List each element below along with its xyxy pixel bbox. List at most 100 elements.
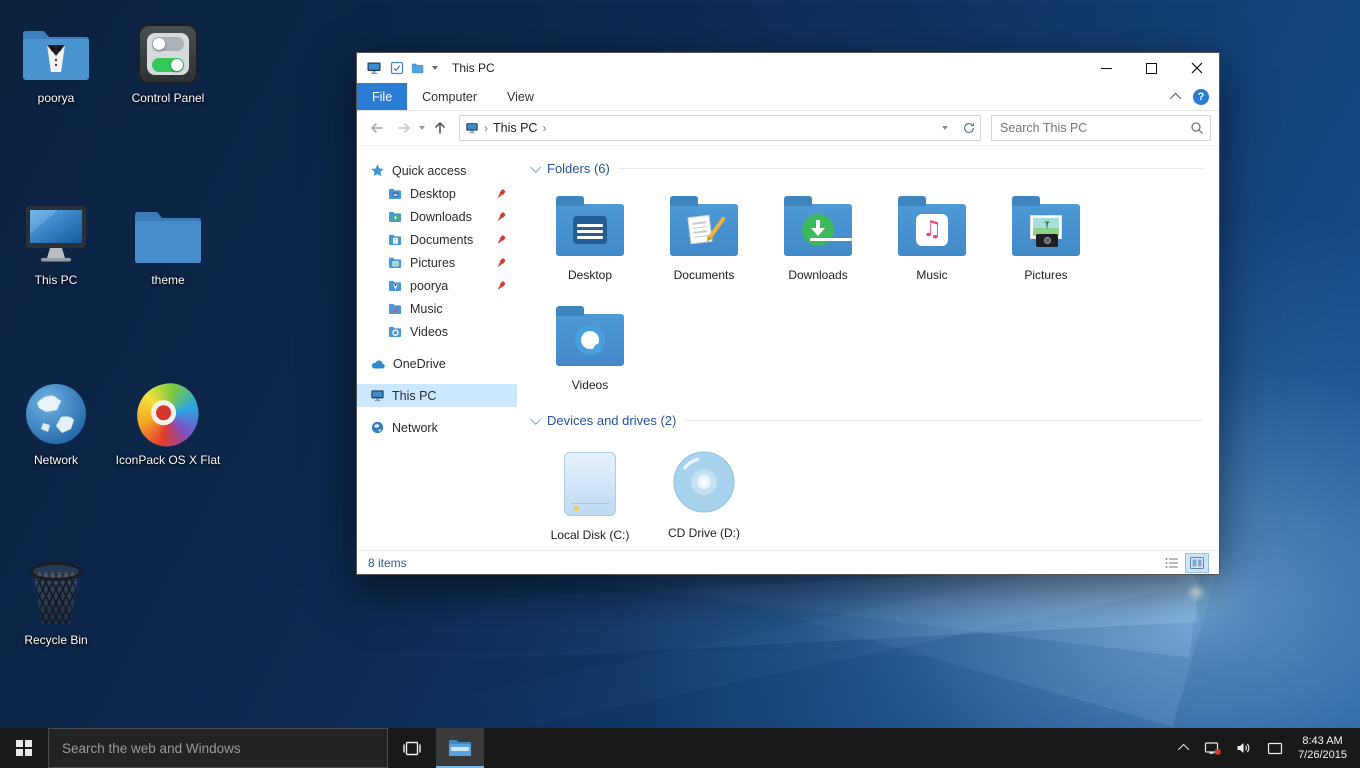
tile-label: Pictures bbox=[1024, 268, 1067, 282]
desktop-icon-network[interactable]: Network bbox=[8, 376, 104, 467]
folder-tile-pictures[interactable]: Pictures bbox=[989, 182, 1103, 292]
group-rule bbox=[684, 420, 1203, 421]
tab-view[interactable]: View bbox=[492, 83, 549, 110]
minimize-icon bbox=[1101, 68, 1112, 69]
taskbar-search-input[interactable] bbox=[60, 740, 376, 757]
volume-icon[interactable] bbox=[1236, 741, 1252, 755]
desktop-icon-label: Network bbox=[34, 453, 78, 467]
group-header-devices[interactable]: Devices and drives (2) bbox=[531, 408, 1203, 432]
star-icon bbox=[370, 163, 385, 178]
sidebar-item-desktop[interactable]: Desktop bbox=[357, 182, 517, 205]
explorer-search-input[interactable] bbox=[998, 120, 1190, 136]
sidebar-item-network[interactable]: Network bbox=[357, 416, 517, 439]
action-center-icon[interactable] bbox=[1267, 742, 1283, 755]
breadcrumb-this-pc[interactable]: This PC bbox=[493, 121, 537, 135]
window-controls bbox=[1084, 53, 1219, 83]
drive-tile-local-disk[interactable]: Local Disk (C:) bbox=[533, 434, 647, 550]
desktop-icon-iconpack[interactable]: IconPack OS X Flat bbox=[120, 376, 216, 467]
help-icon[interactable]: ? bbox=[1193, 89, 1209, 105]
taskbar-explorer-button[interactable] bbox=[436, 728, 484, 768]
start-button[interactable] bbox=[0, 728, 48, 768]
sidebar-item-documents[interactable]: Documents bbox=[357, 228, 517, 251]
sidebar-item-quick-access[interactable]: Quick access bbox=[357, 159, 517, 182]
sidebar-item-downloads[interactable]: Downloads bbox=[357, 205, 517, 228]
sidebar-item-label: Music bbox=[410, 302, 443, 316]
folder-tile-downloads[interactable]: Downloads bbox=[761, 182, 875, 292]
new-folder-icon[interactable] bbox=[411, 61, 425, 75]
desktop-icon-theme[interactable]: theme bbox=[120, 196, 216, 287]
pin-icon bbox=[495, 188, 507, 200]
tab-computer[interactable]: Computer bbox=[407, 83, 492, 110]
maximize-button[interactable] bbox=[1129, 53, 1174, 83]
sidebar-item-label: Desktop bbox=[410, 187, 456, 201]
sidebar-item-this-pc[interactable]: This PC bbox=[357, 384, 517, 407]
sidebar-item-label: Videos bbox=[410, 325, 448, 339]
explorer-window: This PC File Computer View ? bbox=[356, 52, 1220, 575]
group-title[interactable]: Folders (6) bbox=[547, 161, 610, 176]
tile-label: Desktop bbox=[568, 268, 612, 282]
minimize-button[interactable] bbox=[1084, 53, 1129, 83]
camera-icon bbox=[1036, 234, 1058, 247]
collapse-group-icon[interactable] bbox=[530, 414, 541, 425]
task-view-button[interactable] bbox=[388, 728, 436, 768]
breadcrumb-chevron-icon[interactable]: › bbox=[542, 121, 546, 135]
qat-customize-icon[interactable] bbox=[432, 66, 438, 70]
address-bar[interactable]: › This PC › bbox=[459, 115, 981, 141]
desktop-icon-poorya[interactable]: poorya bbox=[8, 14, 104, 105]
forward-button[interactable] bbox=[392, 116, 416, 140]
up-button[interactable] bbox=[428, 116, 452, 140]
explorer-search-box[interactable] bbox=[991, 115, 1211, 141]
recycle-bin-icon bbox=[27, 556, 85, 626]
folder-tile-videos[interactable]: Videos bbox=[533, 292, 647, 402]
drives-grid: Local Disk (C:) CD Drive (D:) bbox=[533, 434, 1203, 550]
group-header-folders[interactable]: Folders (6) bbox=[531, 156, 1203, 180]
desktop-icon-label: Recycle Bin bbox=[24, 633, 87, 647]
back-arrow-icon bbox=[369, 120, 385, 136]
documents-folder-icon bbox=[388, 232, 403, 247]
forward-arrow-icon bbox=[396, 120, 412, 136]
up-arrow-icon bbox=[432, 120, 448, 136]
navigation-bar: › This PC › bbox=[357, 111, 1219, 146]
desktop-icon-recycle-bin[interactable]: Recycle Bin bbox=[8, 556, 104, 647]
paint-swirl-icon bbox=[137, 376, 199, 446]
sidebar-item-videos[interactable]: Videos bbox=[357, 320, 517, 343]
folder-tile-music[interactable]: ♫ Music bbox=[875, 182, 989, 292]
tab-file[interactable]: File bbox=[357, 83, 407, 110]
this-pc-icon bbox=[370, 388, 385, 403]
quick-access-toolbar bbox=[390, 61, 438, 75]
large-icons-view-button[interactable] bbox=[1186, 554, 1208, 572]
sidebar-item-poorya[interactable]: poorya bbox=[357, 274, 517, 297]
desktop-icon-this-pc[interactable]: This PC bbox=[8, 196, 104, 287]
collapse-group-icon[interactable] bbox=[530, 162, 541, 173]
taskbar-search-box[interactable] bbox=[48, 728, 388, 768]
collapse-ribbon-icon[interactable] bbox=[1170, 92, 1181, 103]
desktop-icon-label: Control Panel bbox=[132, 91, 205, 105]
desktop-folder-icon bbox=[388, 186, 403, 201]
monitor-icon bbox=[22, 196, 90, 266]
control-panel-icon bbox=[138, 14, 198, 84]
tray-status-icon[interactable] bbox=[1204, 741, 1221, 756]
folder-tile-desktop[interactable]: Desktop bbox=[533, 182, 647, 292]
address-dropdown-button[interactable] bbox=[934, 117, 956, 139]
details-view-button[interactable] bbox=[1161, 554, 1183, 572]
desktop: poorya Control Panel This PC bbox=[0, 0, 1360, 768]
taskbar-clock[interactable]: 8:43 AM 7/26/2015 bbox=[1298, 734, 1347, 762]
folders-grid: Desktop Documents Downloads bbox=[533, 182, 1203, 402]
ribbon-tab-bar: File Computer View ? bbox=[357, 83, 1219, 111]
sidebar-item-music[interactable]: Music bbox=[357, 297, 517, 320]
breadcrumb-chevron-icon: › bbox=[484, 121, 488, 135]
close-button[interactable] bbox=[1174, 53, 1219, 83]
refresh-button[interactable] bbox=[958, 117, 980, 139]
tray-expand-icon[interactable] bbox=[1178, 744, 1189, 755]
group-title[interactable]: Devices and drives (2) bbox=[547, 413, 676, 428]
sidebar-item-pictures[interactable]: Pictures bbox=[357, 251, 517, 274]
navigation-pane: Quick access Desktop bbox=[357, 146, 517, 550]
desktop-icon-control-panel[interactable]: Control Panel bbox=[120, 14, 216, 105]
folder-tile-documents[interactable]: Documents bbox=[647, 182, 761, 292]
drive-tile-cd[interactable]: CD Drive (D:) bbox=[647, 434, 761, 550]
properties-icon[interactable] bbox=[390, 61, 404, 75]
sidebar-item-onedrive[interactable]: OneDrive bbox=[357, 352, 517, 375]
task-view-icon bbox=[402, 740, 422, 757]
recent-locations-icon[interactable] bbox=[419, 126, 425, 130]
back-button[interactable] bbox=[365, 116, 389, 140]
